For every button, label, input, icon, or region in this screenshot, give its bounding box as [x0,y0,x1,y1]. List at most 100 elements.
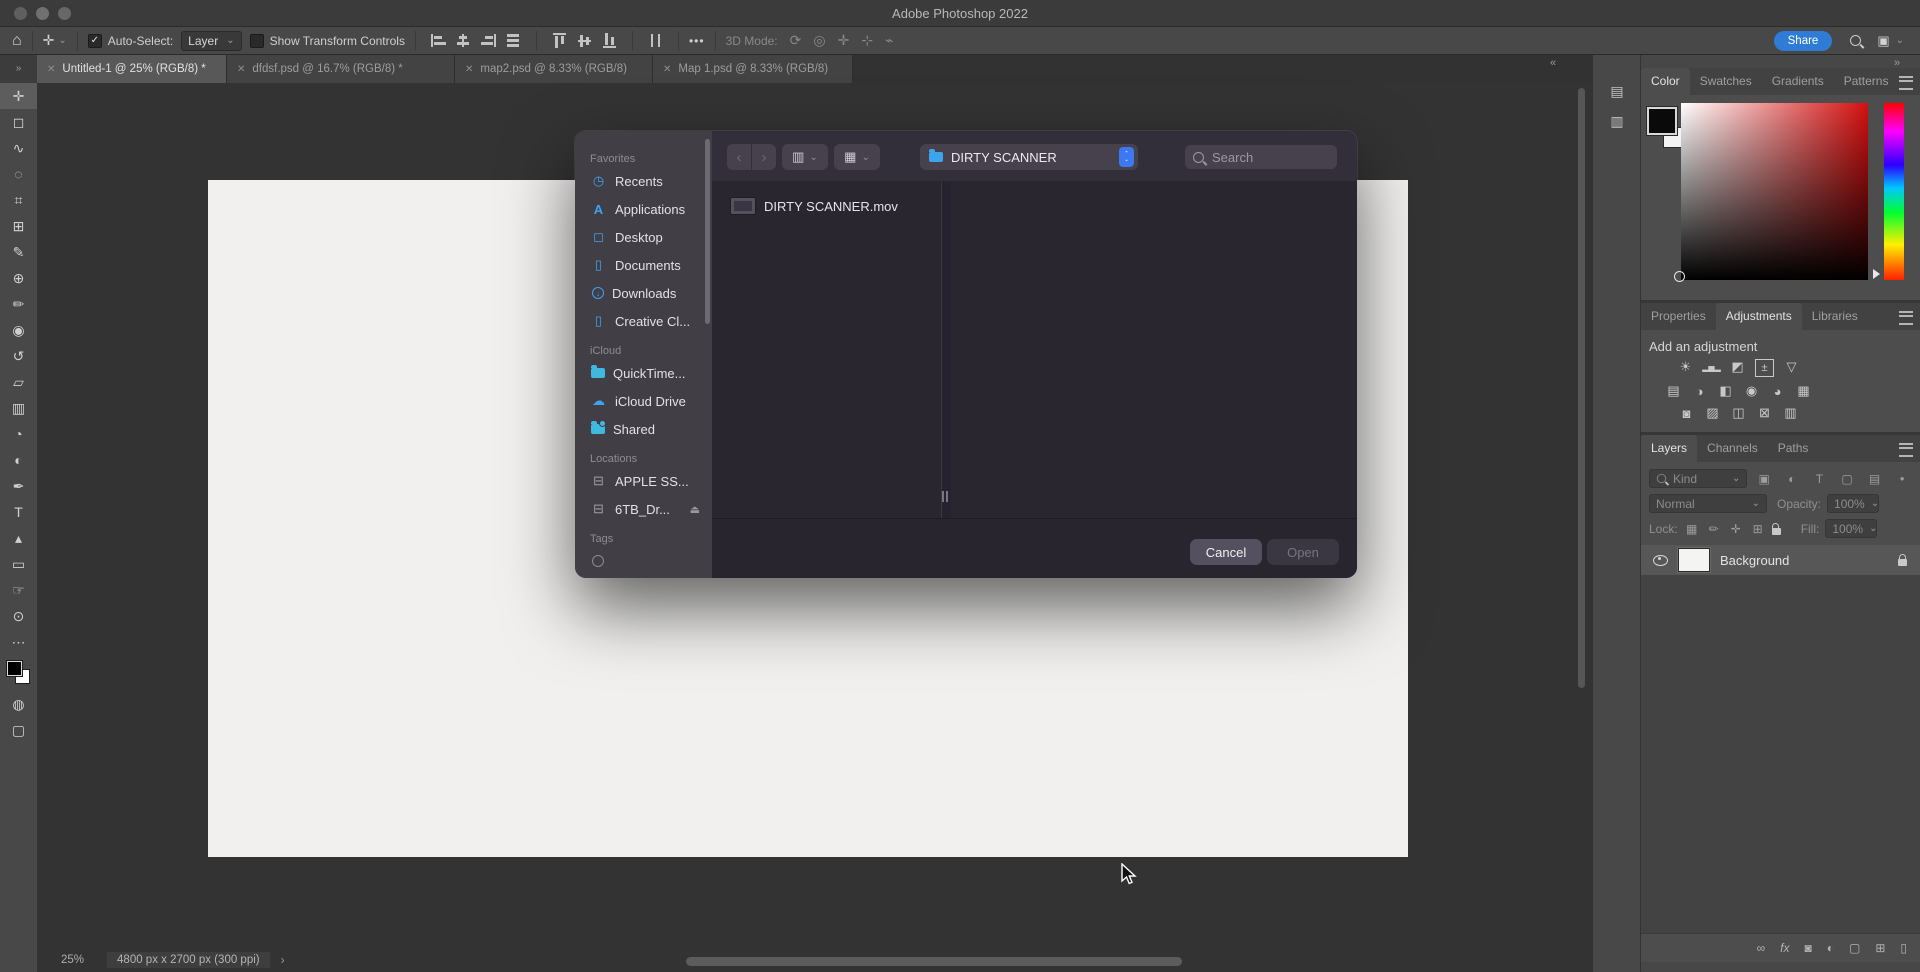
sidebar-item-apple-ssd[interactable]: ⊟ APPLE SS... [575,467,712,495]
saturation-brightness-field[interactable] [1681,103,1868,280]
frame-tool[interactable]: ⊞ [0,213,37,239]
quick-mask-icon[interactable]: ◍ [0,691,37,717]
document-tab[interactable]: ✕ map2.psd @ 8.33% (RGB/8) [455,55,653,83]
channel-mixer-icon[interactable]: ◕ [1769,383,1786,399]
filter-type-icon[interactable]: T [1809,472,1831,486]
align-right-edges-icon[interactable] [481,34,496,47]
levels-icon[interactable]: ▂▅▂ [1703,359,1720,375]
history-panel-icon[interactable]: ▤ [1605,79,1629,103]
tab-adjustments[interactable]: Adjustments [1716,303,1802,330]
sidebar-item-tag[interactable] [575,547,712,575]
document-tab[interactable]: ✕ Untitled-1 @ 25% (RGB/8) * [37,55,227,83]
filter-kind-dropdown[interactable]: Kind ⌄ [1649,469,1747,488]
rectangle-tool[interactable]: ▭ [0,551,37,577]
filter-toggle-icon[interactable]: ● [1891,474,1913,483]
sidebar-item-documents[interactable]: ▯ Documents [575,251,712,279]
layer-effects-icon[interactable]: fx [1780,941,1789,955]
sidebar-item-desktop[interactable]: ◻ Desktop [575,223,712,251]
sidebar-item-quicktime[interactable]: QuickTime... [575,359,712,387]
lock-artboard-icon[interactable]: ⊞ [1750,522,1766,536]
sidebar-item-icloud-drive[interactable]: ☁ iCloud Drive [575,387,712,415]
layer-visibility-icon[interactable] [1653,555,1668,566]
share-button[interactable]: Share [1774,31,1833,51]
healing-brush-tool[interactable]: ⊕ [0,265,37,291]
foreground-color-swatch[interactable] [1647,107,1677,135]
crop-tool[interactable]: ⌗ [0,187,37,213]
new-adjustment-icon[interactable]: ◐ [1827,941,1834,955]
tool-preset-chevron-icon[interactable]: ⌄ [58,35,66,46]
search-input[interactable] [1210,149,1329,166]
history-brush-tool[interactable]: ↺ [0,343,37,369]
layer-thumbnail[interactable] [1678,548,1710,572]
fill-field[interactable]: 100% ⌄ [1825,519,1877,538]
3d-roll-icon[interactable]: ◎ [813,32,825,49]
align-left-edges-icon[interactable] [431,34,446,47]
tab-libraries[interactable]: Libraries [1802,303,1868,330]
vertical-scrollbar[interactable] [1578,88,1585,688]
path-selection-tool[interactable]: ▴ [0,525,37,551]
brush-tool[interactable]: ✏ [0,291,37,317]
filter-smart-object-icon[interactable]: ▤ [1864,472,1886,486]
hue-slider-arrow-icon[interactable] [1873,269,1880,279]
vibrance-icon[interactable]: ▽ [1783,359,1800,375]
object-selection-tool[interactable]: ◌ [0,161,37,187]
tab-channels[interactable]: Channels [1697,435,1768,462]
hue-saturation-icon[interactable]: ▤ [1665,383,1682,399]
tab-color[interactable]: Color [1641,68,1690,95]
cancel-button[interactable]: Cancel [1190,539,1262,565]
layer-row-background[interactable]: Background [1641,545,1920,575]
status-chevron-icon[interactable]: › [281,953,285,967]
foreground-background-swatches[interactable] [0,655,37,691]
lock-position-icon[interactable]: ✛ [1728,522,1744,536]
eyedropper-tool[interactable]: ✎ [0,239,37,265]
filter-shape-icon[interactable]: ▢ [1836,472,1858,486]
align-bottom-edges-icon[interactable] [603,33,616,48]
column-resize-handle[interactable] [942,491,949,502]
3d-camera-icon[interactable]: ⌁ [885,32,893,49]
add-mask-icon[interactable]: ◙ [1804,941,1811,955]
comments-panel-icon[interactable]: ▥ [1605,109,1629,133]
move-tool-preset-icon[interactable]: ✛ [43,32,55,49]
new-group-icon[interactable]: ▢ [1849,941,1860,955]
distribute-horizontally-icon[interactable] [506,34,521,47]
posterize-icon[interactable]: ▨ [1704,405,1721,421]
workspace-panel-icon[interactable]: ▣ [1877,33,1889,49]
panel-menu-icon[interactable] [1899,311,1913,325]
type-tool[interactable]: T [0,499,37,525]
blend-mode-dropdown[interactable]: Normal ⌄ [1649,494,1767,513]
column-divider[interactable] [941,181,951,518]
tab-paths[interactable]: Paths [1768,435,1819,462]
file-item[interactable]: DIRTY SCANNER.mov [724,193,945,219]
collapse-panels-icon[interactable]: » [1894,57,1900,69]
document-tab[interactable]: ✕ Map 1.psd @ 8.33% (RGB/8) [653,55,853,83]
screen-mode-icon[interactable]: ▢ [0,717,37,743]
sidebar-scrollbar[interactable] [705,139,710,324]
photo-filter-icon[interactable]: ◉ [1743,383,1760,399]
3d-pan-icon[interactable]: ✛ [838,32,850,49]
color-lookup-icon[interactable]: ▦ [1795,383,1812,399]
brightness-contrast-icon[interactable]: ☀ [1677,359,1694,375]
eject-icon[interactable]: ⏏ [690,503,700,516]
show-transform-checkbox[interactable] [250,34,264,48]
color-cursor-icon[interactable] [1674,271,1685,282]
filter-adjustment-icon[interactable]: ◐ [1781,472,1803,486]
document-tab[interactable]: ✕ dfdsf.psd @ 16.7% (RGB/8) * [227,55,455,83]
zoom-level[interactable]: 25% [61,954,84,966]
search-icon[interactable] [1850,35,1861,46]
foreground-color-swatch[interactable] [7,661,22,676]
home-icon[interactable]: ⌂ [12,32,22,50]
zoom-tool[interactable]: ⊙ [0,603,37,629]
invert-icon[interactable]: ◙ [1678,405,1695,421]
curves-icon[interactable]: ◩ [1729,359,1746,375]
dodge-tool[interactable]: ◐ [0,447,37,473]
back-button[interactable]: ‹ [727,144,751,170]
black-white-icon[interactable]: ◧ [1717,383,1734,399]
tab-patterns[interactable]: Patterns [1834,68,1899,95]
expand-panels-icon[interactable]: « [1550,57,1556,69]
tab-properties[interactable]: Properties [1641,303,1716,330]
hand-tool[interactable]: ☞ [0,577,37,603]
open-button[interactable]: Open [1267,539,1339,565]
panel-menu-icon[interactable] [1899,443,1913,457]
panel-menu-icon[interactable] [1899,76,1913,90]
edit-toolbar-icon[interactable]: ⋯ [0,629,37,655]
